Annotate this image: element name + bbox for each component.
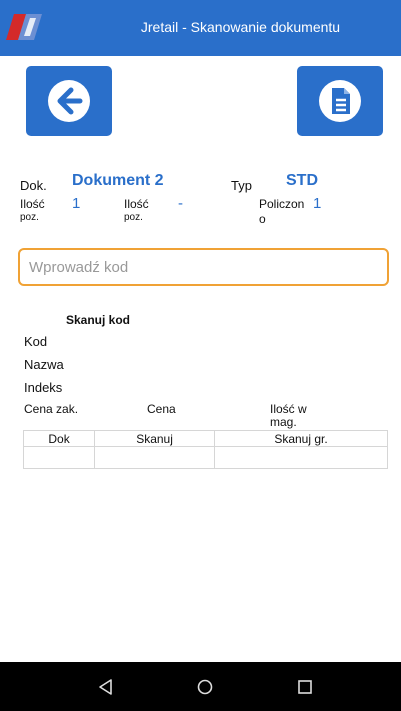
policzono-value: 1 bbox=[313, 195, 322, 212]
table-header-skanuj-gr: Skanuj gr. bbox=[214, 430, 388, 447]
scan-table: Dok Skanuj Skanuj gr. bbox=[22, 430, 388, 469]
ilosc-poz-value: 1 bbox=[72, 195, 81, 212]
code-input[interactable] bbox=[18, 248, 389, 286]
dok-label: Dok. bbox=[20, 178, 47, 193]
square-recent-icon[interactable] bbox=[292, 674, 318, 700]
app-logo-icon bbox=[6, 14, 42, 40]
ilosc-poz2-label-1: Ilość bbox=[124, 197, 149, 211]
system-navigation-bar bbox=[0, 662, 401, 711]
typ-label: Typ bbox=[231, 178, 252, 193]
ilosc-mag-label-2: mag. bbox=[270, 415, 297, 429]
app-title: Jretail - Skanowanie dokumentu bbox=[140, 19, 341, 35]
ilosc-mag-label-1: Ilość w bbox=[270, 402, 307, 416]
kod-label: Kod bbox=[24, 334, 48, 349]
ilosc-poz-label-2: poz. bbox=[20, 212, 39, 223]
app-bar: Jretail - Skanowanie dokumentu bbox=[0, 0, 401, 56]
arrow-left-circle-icon bbox=[48, 80, 90, 122]
nazwa-label: Nazwa bbox=[24, 357, 64, 372]
ilosc-poz-label-1: Ilość bbox=[20, 197, 45, 211]
policzono-label-2: o bbox=[259, 212, 266, 226]
table-cell bbox=[94, 446, 216, 469]
ilosc-poz2-label-2: poz. bbox=[124, 212, 143, 223]
policzono-label-1: Policzon bbox=[259, 197, 305, 211]
ilosc-poz2-value: - bbox=[178, 195, 183, 212]
document-icon bbox=[319, 80, 361, 122]
back-button[interactable] bbox=[26, 66, 112, 136]
table-header-row: Dok Skanuj Skanuj gr. bbox=[22, 430, 388, 447]
circle-home-icon[interactable] bbox=[192, 674, 218, 700]
indeks-label: Indeks bbox=[24, 380, 63, 395]
cena-label: Cena bbox=[147, 402, 176, 416]
table-header-skanuj: Skanuj bbox=[94, 430, 216, 447]
triangle-back-icon[interactable] bbox=[92, 674, 118, 700]
cena-zak-label: Cena zak. bbox=[24, 402, 79, 416]
document-button[interactable] bbox=[297, 66, 383, 136]
scan-heading: Skanuj kod bbox=[66, 313, 131, 327]
table-cell bbox=[214, 446, 388, 469]
typ-value: STD bbox=[286, 172, 318, 189]
table-row[interactable] bbox=[22, 446, 388, 469]
table-cell bbox=[22, 446, 96, 469]
dok-value: Dokument 2 bbox=[72, 172, 164, 189]
table-header-dok: Dok bbox=[22, 430, 96, 447]
